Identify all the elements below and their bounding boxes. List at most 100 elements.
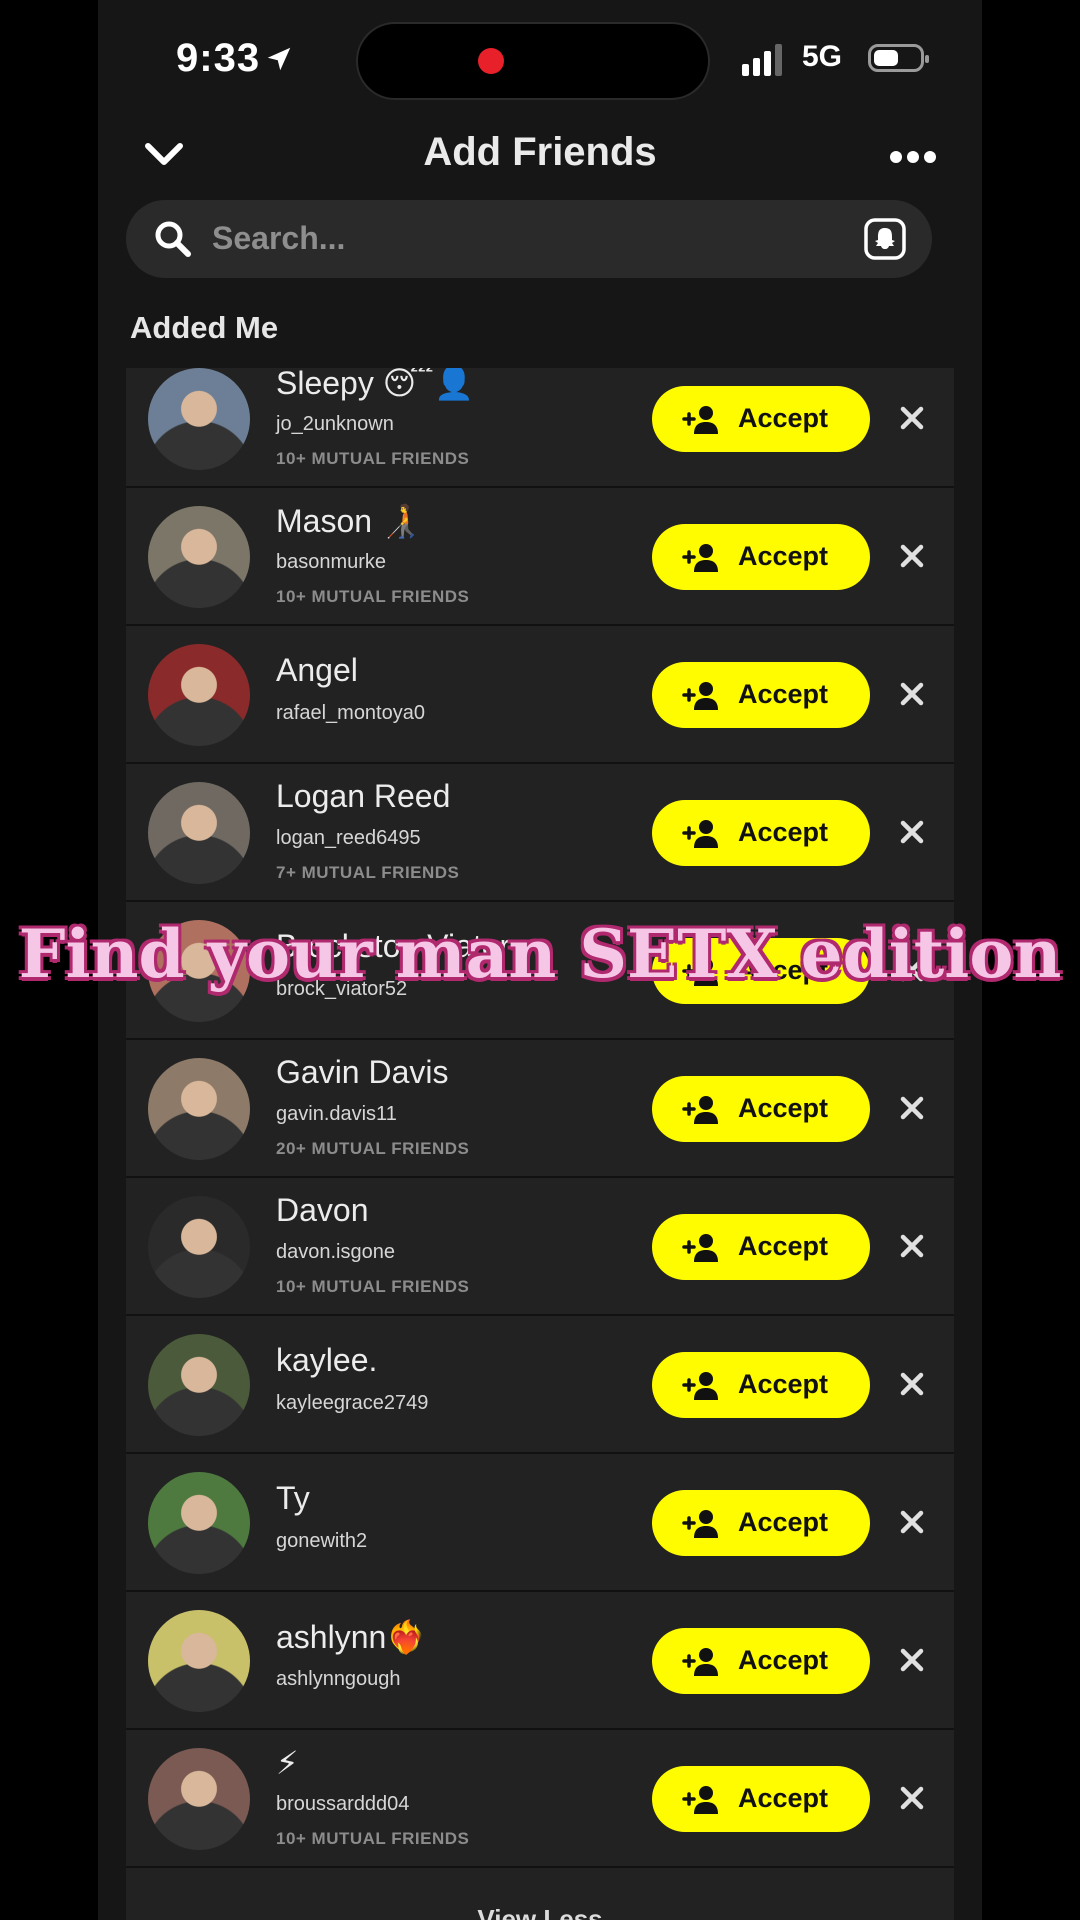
mutual-friends-count: 10+ MUTUAL FRIENDS	[276, 587, 470, 606]
avatar[interactable]	[148, 1748, 250, 1850]
username: davon.isgone	[276, 1241, 395, 1263]
friend-request-row[interactable]: ashlynn❤️‍🔥 ashlynngough Accept	[126, 1592, 954, 1730]
username: broussarddd04	[276, 1793, 410, 1815]
search-input[interactable]: Search...	[212, 220, 345, 257]
network-type: 5G	[802, 40, 843, 73]
accept-label: Accept	[738, 1369, 829, 1399]
add-friend-icon	[682, 1096, 718, 1124]
avatar[interactable]	[148, 782, 250, 884]
status-bar: 9:33 5G	[98, 0, 982, 120]
add-friend-icon	[682, 1648, 718, 1676]
dynamic-island	[356, 22, 710, 100]
accept-label: Accept	[738, 1783, 829, 1813]
display-name: Angel	[276, 652, 358, 688]
username: ashlynngough	[276, 1668, 401, 1690]
mutual-friends-count: 10+ MUTUAL FRIENDS	[276, 1277, 470, 1296]
accept-label: Accept	[738, 541, 829, 571]
add-friend-icon	[682, 544, 718, 572]
display-name: ashlynn❤️‍🔥	[276, 1619, 427, 1655]
friend-request-row[interactable]: Gavin Davis gavin.davis11 20+ MUTUAL FRI…	[126, 1040, 954, 1178]
add-friend-icon	[682, 1234, 718, 1262]
display-name: Mason 🧑‍🦯	[276, 503, 421, 539]
accept-button[interactable]: Accept	[652, 1352, 870, 1418]
accept-button[interactable]: Accept	[652, 524, 870, 590]
search-bar[interactable]: Search...	[126, 200, 932, 278]
battery-icon	[868, 44, 929, 72]
friend-request-list: Sleepy 😴👤 jo_2unknown 10+ MUTUAL FRIENDS…	[126, 368, 954, 1920]
add-friend-icon	[682, 820, 718, 848]
page-title: Add Friends	[423, 130, 657, 174]
location-arrow-icon	[267, 47, 291, 71]
view-less-button[interactable]: View Less	[126, 1868, 954, 1920]
mutual-friends-count: 20+ MUTUAL FRIENDS	[276, 1139, 470, 1158]
display-name: Logan Reed	[276, 778, 451, 814]
recording-indicator-icon	[478, 48, 504, 74]
accept-button[interactable]: Accept	[652, 1766, 870, 1832]
more-options-icon[interactable]	[890, 150, 936, 164]
avatar[interactable]	[148, 1196, 250, 1298]
accept-button[interactable]: Accept	[652, 1628, 870, 1694]
close-icon[interactable]	[898, 1370, 926, 1398]
close-icon[interactable]	[898, 1232, 926, 1260]
add-friend-icon	[682, 1786, 718, 1814]
display-name: Gavin Davis	[276, 1054, 449, 1090]
display-name: ⚡	[276, 1745, 299, 1781]
mutual-friends-count: 10+ MUTUAL FRIENDS	[276, 449, 470, 468]
avatar[interactable]	[148, 368, 250, 470]
accept-button[interactable]: Accept	[652, 1076, 870, 1142]
section-label: Added Me	[130, 310, 279, 345]
display-name: Sleepy 😴👤	[276, 368, 474, 401]
close-icon[interactable]	[898, 680, 926, 708]
username: gonewith2	[276, 1530, 368, 1552]
friend-request-row[interactable]: Ty gonewith2 Accept	[126, 1454, 954, 1592]
snapcode-scan-icon[interactable]	[864, 218, 906, 260]
friend-request-row[interactable]: Logan Reed logan_reed6495 7+ MUTUAL FRIE…	[126, 764, 954, 902]
avatar[interactable]	[148, 1472, 250, 1574]
username: basonmurke	[276, 551, 387, 573]
accept-button[interactable]: Accept	[652, 386, 870, 452]
close-icon[interactable]	[898, 1646, 926, 1674]
friend-request-row[interactable]: ⚡ broussarddd04 10+ MUTUAL FRIENDS Accep…	[126, 1730, 954, 1868]
accept-button[interactable]: Accept	[652, 662, 870, 728]
display-name: Davon	[276, 1192, 369, 1228]
friend-request-row[interactable]: Davon davon.isgone 10+ MUTUAL FRIENDS Ac…	[126, 1178, 954, 1316]
username: jo_2unknown	[276, 413, 394, 435]
add-friend-icon	[682, 1372, 718, 1400]
friend-request-row[interactable]: Sleepy 😴👤 jo_2unknown 10+ MUTUAL FRIENDS…	[126, 368, 954, 488]
mutual-friends-count: 10+ MUTUAL FRIENDS	[276, 1829, 470, 1848]
username: logan_reed6495	[276, 827, 421, 849]
add-friend-icon	[682, 406, 718, 434]
display-name: Ty	[276, 1480, 310, 1516]
add-friend-icon	[682, 682, 718, 710]
close-icon[interactable]	[898, 404, 926, 432]
accept-button[interactable]: Accept	[652, 1214, 870, 1280]
avatar[interactable]	[148, 1058, 250, 1160]
avatar[interactable]	[148, 1610, 250, 1712]
accept-label: Accept	[738, 817, 829, 847]
accept-button[interactable]: Accept	[652, 1490, 870, 1556]
accept-label: Accept	[738, 403, 829, 433]
mutual-friends-count: 7+ MUTUAL FRIENDS	[276, 863, 460, 882]
avatar[interactable]	[148, 644, 250, 746]
friend-request-row[interactable]: Mason 🧑‍🦯 basonmurke 10+ MUTUAL FRIENDS …	[126, 488, 954, 626]
caption-overlay: Find your man SETX edition	[18, 915, 1062, 993]
close-icon[interactable]	[898, 1094, 926, 1122]
accept-label: Accept	[738, 679, 829, 709]
accept-label: Accept	[738, 1093, 829, 1123]
username: rafael_montoya0	[276, 702, 425, 724]
search-icon	[155, 221, 191, 257]
close-icon[interactable]	[898, 542, 926, 570]
accept-label: Accept	[738, 1507, 829, 1537]
add-friend-icon	[682, 1510, 718, 1538]
close-icon[interactable]	[898, 1784, 926, 1812]
status-time: 9:33	[176, 36, 261, 80]
signal-strength-icon	[742, 44, 782, 76]
close-icon[interactable]	[898, 1508, 926, 1536]
accept-label: Accept	[738, 1231, 829, 1261]
accept-button[interactable]: Accept	[652, 800, 870, 866]
close-icon[interactable]	[898, 818, 926, 846]
avatar[interactable]	[148, 1334, 250, 1436]
friend-request-row[interactable]: Angel rafael_montoya0 Accept	[126, 626, 954, 764]
friend-request-row[interactable]: kaylee. kayleegrace2749 Accept	[126, 1316, 954, 1454]
avatar[interactable]	[148, 506, 250, 608]
